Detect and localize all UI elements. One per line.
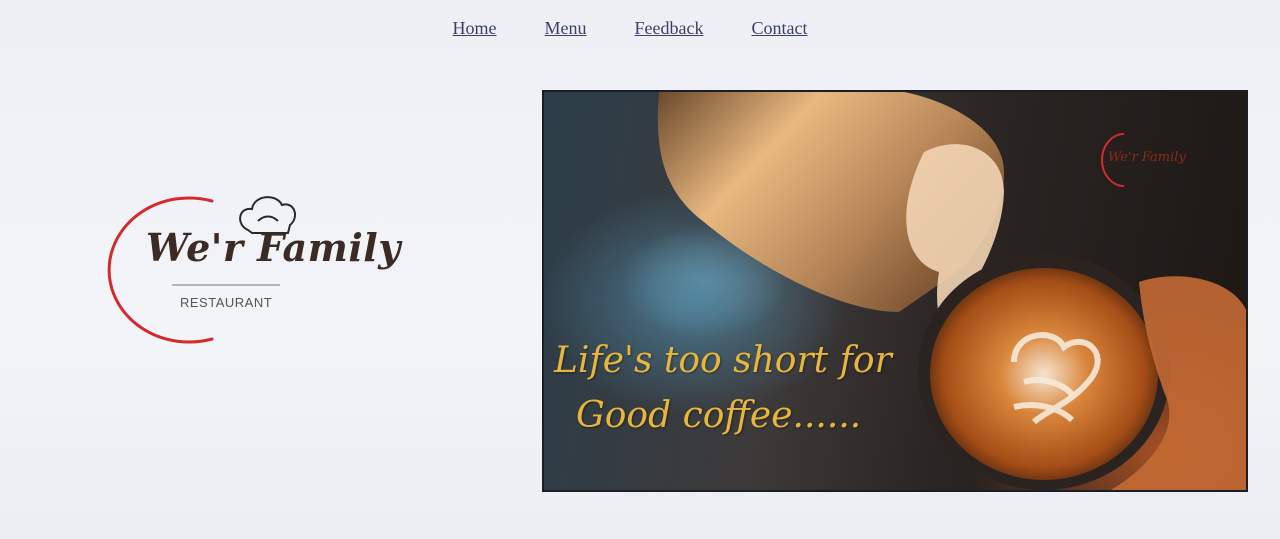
hero-watermark-logo: We'r Family	[1096, 130, 1206, 190]
hero-banner-image: We'r Family Life's too short for Good co…	[542, 90, 1248, 492]
hero-tagline-line1: Life's too short for	[554, 340, 892, 381]
watermark-name-text: We'r Family	[1108, 150, 1186, 165]
logo-ring-graphic	[107, 196, 297, 344]
nav-home-link[interactable]: Home	[453, 18, 497, 39]
nav-feedback-link[interactable]: Feedback	[635, 18, 704, 39]
restaurant-logo[interactable]: We'r Family RESTAURANT	[100, 185, 400, 355]
nav-menu-link[interactable]: Menu	[545, 18, 587, 39]
coffee-surface	[930, 268, 1158, 480]
logo-subtitle-text: RESTAURANT	[180, 295, 273, 310]
logo-name-text: We'r Family	[146, 225, 401, 270]
hero-tagline-line2: Good coffee......	[576, 395, 862, 436]
nav-contact-link[interactable]: Contact	[751, 18, 807, 39]
main-nav: Home Menu Feedback Contact	[0, 18, 1280, 39]
